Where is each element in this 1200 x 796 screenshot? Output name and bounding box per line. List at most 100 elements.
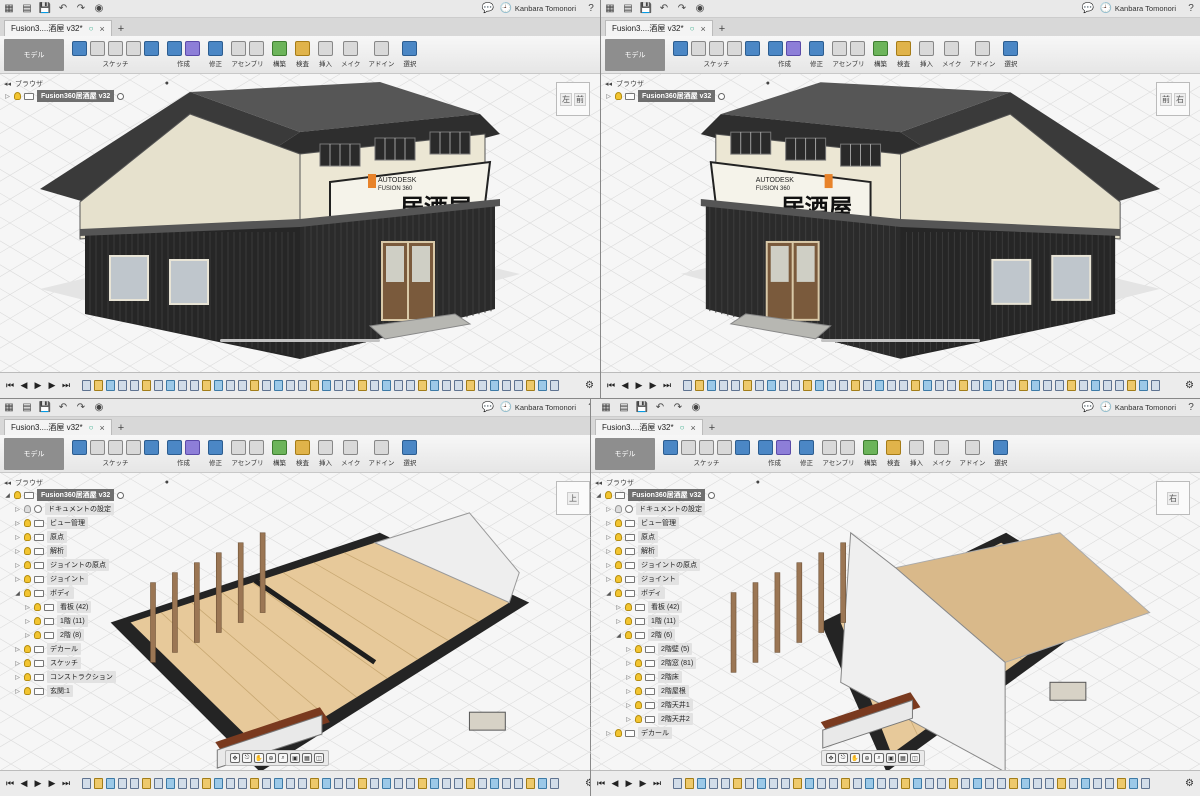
canvas-viewport[interactable]: 居酒屋AUTODESKFUSION 360◂◂ブラウザ●▷Fusion360居酒… <box>601 74 1200 372</box>
data-panel-icon[interactable]: ◉ <box>691 1 709 17</box>
timeline-feature[interactable] <box>901 778 910 789</box>
expand-caret-icon[interactable]: ▷ <box>605 548 612 555</box>
expand-caret-icon[interactable]: ▷ <box>615 618 622 625</box>
tool-icon[interactable] <box>126 440 141 455</box>
new-tab-button[interactable]: + <box>709 422 715 434</box>
browser-pin-icon[interactable]: ● <box>165 80 169 87</box>
timeline-prev-icon[interactable]: ◀ <box>18 778 30 789</box>
timeline-feature[interactable] <box>370 380 379 391</box>
timeline-feature[interactable] <box>538 778 547 789</box>
timeline-feature[interactable] <box>973 778 982 789</box>
expand-caret-icon[interactable]: ◢ <box>605 590 612 597</box>
tool-icon[interactable] <box>108 41 123 56</box>
browser-tree-row[interactable]: ▷ デカール <box>4 642 169 656</box>
timeline-feature[interactable] <box>1069 778 1078 789</box>
user-name[interactable]: Kanbara Tomonori <box>1115 4 1176 13</box>
timeline-feature[interactable] <box>755 380 764 391</box>
timeline-feature[interactable] <box>841 778 850 789</box>
timeline-feature[interactable] <box>502 380 511 391</box>
tool-icon[interactable] <box>208 41 223 56</box>
expand-caret-icon[interactable]: ▷ <box>14 576 21 583</box>
view-cube[interactable]: 上 <box>556 481 590 515</box>
tool-icon[interactable] <box>758 440 773 455</box>
toolbar-group-5[interactable]: 検査 <box>896 41 911 68</box>
tool-icon[interactable] <box>1003 41 1019 56</box>
timeline-feature[interactable] <box>346 380 355 391</box>
timeline-feature[interactable] <box>757 778 766 789</box>
expand-caret-icon[interactable]: ▷ <box>14 660 21 667</box>
browser-tree-row[interactable]: ▷ ビュー管理 <box>4 516 169 530</box>
tool-icon[interactable] <box>786 41 801 56</box>
apps-grid-icon[interactable]: ▦ <box>0 1 18 17</box>
timeline-feature[interactable] <box>1043 380 1052 391</box>
chat-icon[interactable]: 💬 <box>479 400 497 416</box>
toolbar-group-8[interactable]: アドイン <box>959 440 985 467</box>
timeline-next-icon[interactable]: ▶ <box>637 778 649 789</box>
browser-tree-row[interactable]: ▷ ビュー管理 <box>595 516 760 530</box>
browser-tree-row[interactable]: ▷ 看板 (42) <box>595 600 760 614</box>
timeline-feature[interactable] <box>733 778 742 789</box>
redo-icon[interactable]: ↷ <box>669 400 687 416</box>
tool-icon[interactable] <box>144 440 159 455</box>
timeline-feature[interactable] <box>550 380 559 391</box>
timeline-feature[interactable] <box>911 380 920 391</box>
toolbar-group-1[interactable]: 作成 <box>167 440 200 467</box>
tool-icon[interactable] <box>919 41 934 56</box>
timeline-feature[interactable] <box>502 778 511 789</box>
undo-icon[interactable]: ↶ <box>651 400 669 416</box>
timeline-feature[interactable] <box>767 380 776 391</box>
visibility-bulb-icon[interactable] <box>34 631 41 639</box>
timeline-first-icon[interactable]: ⏮ <box>4 380 16 391</box>
timeline-feature[interactable] <box>899 380 908 391</box>
orbit-icon[interactable]: ✥ <box>826 753 836 763</box>
tool-icon[interactable] <box>735 440 750 455</box>
timeline-feature[interactable] <box>815 380 824 391</box>
toolbar-group-5[interactable]: 検査 <box>295 440 310 467</box>
timeline-prev-icon[interactable]: ◀ <box>619 380 631 391</box>
tool-icon[interactable] <box>167 440 182 455</box>
timeline-feature[interactable] <box>418 778 427 789</box>
expand-caret-icon[interactable]: ◢ <box>595 492 602 499</box>
timeline-feature[interactable] <box>1021 778 1030 789</box>
timeline-feature[interactable] <box>226 778 235 789</box>
timeline-feature[interactable] <box>853 778 862 789</box>
timeline-feature[interactable] <box>913 778 922 789</box>
viewport-scrollbar[interactable] <box>821 339 980 342</box>
visibility-bulb-icon[interactable] <box>34 617 41 625</box>
toolbar-group-8[interactable]: アドイン <box>969 41 995 68</box>
tool-icon[interactable] <box>909 440 924 455</box>
tool-icon[interactable] <box>850 41 865 56</box>
timeline-feature[interactable] <box>961 778 970 789</box>
browser-tree-row[interactable]: ▷ ドキュメントの設定 <box>595 502 760 516</box>
timeline-feature[interactable] <box>490 380 499 391</box>
timeline-play-icon[interactable]: ▶ <box>32 778 44 789</box>
tool-icon[interactable] <box>799 440 814 455</box>
activate-radio-icon[interactable] <box>117 92 125 100</box>
toolbar-group-6[interactable]: 挿入 <box>318 41 333 68</box>
timeline-feature[interactable] <box>118 778 127 789</box>
timeline-feature[interactable] <box>745 778 754 789</box>
timeline-feature[interactable] <box>370 778 379 789</box>
visibility-bulb-icon[interactable] <box>24 575 31 583</box>
pan-icon[interactable]: ✋ <box>254 753 264 763</box>
timeline-feature[interactable] <box>142 778 151 789</box>
toolbar-group-3[interactable]: アセンブリ <box>231 440 264 467</box>
browser-tree-row[interactable]: ▷ 看板 (42) <box>4 600 169 614</box>
tool-icon[interactable] <box>691 41 706 56</box>
timeline-play-icon[interactable]: ▶ <box>623 778 635 789</box>
timeline-last-icon[interactable]: ⏭ <box>60 380 72 391</box>
grid-settings-icon[interactable]: ▦ <box>302 753 312 763</box>
visibility-bulb-icon[interactable] <box>625 631 632 639</box>
expand-caret-icon[interactable]: ▷ <box>14 520 21 527</box>
timeline-feature[interactable] <box>791 380 800 391</box>
toolbar-group-0[interactable]: スケッチ <box>673 41 760 68</box>
timeline-feature[interactable] <box>202 380 211 391</box>
timeline-feature[interactable] <box>865 778 874 789</box>
tool-icon[interactable] <box>768 41 783 56</box>
tool-icon[interactable] <box>840 440 855 455</box>
timeline-feature[interactable] <box>877 778 886 789</box>
browser-tree-row[interactable]: ▷ 解析 <box>595 544 760 558</box>
timeline-feature[interactable] <box>94 380 103 391</box>
tool-icon[interactable] <box>272 440 287 455</box>
expand-caret-icon[interactable]: ▷ <box>605 93 612 100</box>
